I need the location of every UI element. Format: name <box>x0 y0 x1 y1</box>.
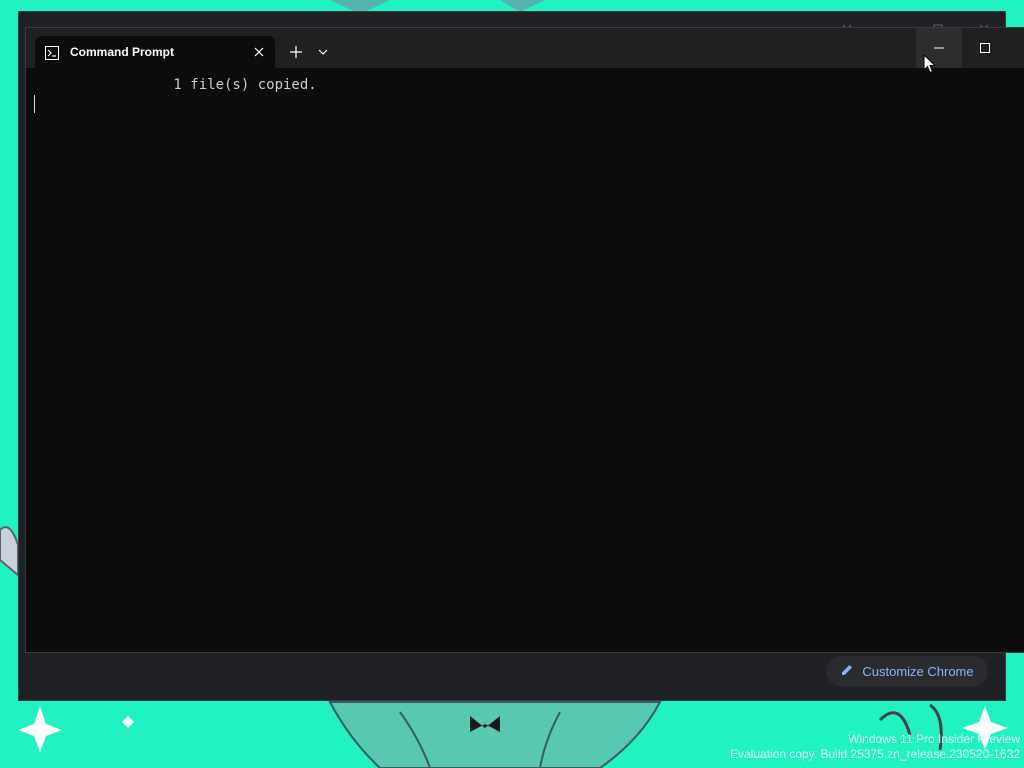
mouse-pointer-icon <box>923 54 937 74</box>
customize-chrome-button[interactable]: Customize Chrome <box>826 656 988 686</box>
os-watermark: Windows 11 Pro Insider Preview Evaluatio… <box>730 732 1020 762</box>
tab-bar: Command Prompt <box>26 28 1024 68</box>
chevron-down-icon <box>318 49 328 55</box>
plus-icon <box>290 46 302 58</box>
text-cursor <box>34 95 35 113</box>
terminal-output-line: 1 file(s) copied. <box>106 77 317 93</box>
maximize-button[interactable] <box>962 28 1008 68</box>
watermark-line-1: Windows 11 Pro Insider Preview <box>848 732 1020 746</box>
maximize-icon <box>980 43 990 53</box>
watermark-line-2: Evaluation copy. Build 25375.zn_release.… <box>730 747 1020 761</box>
new-tab-dropdown-button[interactable] <box>312 38 334 66</box>
command-prompt-window: Command Prompt 1 file(s) copied. <box>25 27 1024 653</box>
tab-title: Command Prompt <box>70 45 175 59</box>
minimize-icon <box>934 47 944 49</box>
command-prompt-icon <box>45 45 59 60</box>
close-icon <box>254 47 264 57</box>
tab-command-prompt[interactable]: Command Prompt <box>35 36 275 68</box>
pencil-icon <box>840 663 854 680</box>
new-tab-button[interactable] <box>282 38 310 66</box>
customize-chrome-label: Customize Chrome <box>862 663 974 679</box>
terminal-output-area[interactable]: 1 file(s) copied. <box>26 68 1024 652</box>
tab-close-button[interactable] <box>243 38 275 66</box>
